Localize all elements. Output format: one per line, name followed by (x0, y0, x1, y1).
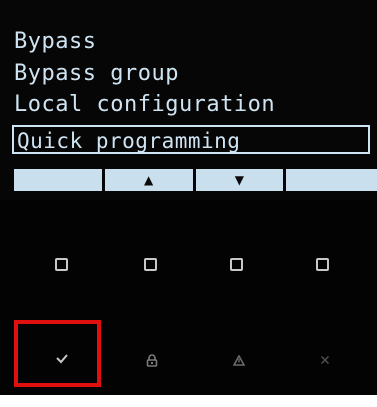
menu-item-bypass[interactable]: Bypass (14, 27, 96, 57)
softkey-blank-right[interactable] (286, 169, 377, 191)
square-key-1[interactable] (55, 258, 68, 271)
close-icon (320, 355, 330, 365)
menu-item-local-configuration[interactable]: Local configuration (14, 90, 275, 120)
square-key-2[interactable] (144, 258, 157, 271)
lock-icon (146, 353, 158, 367)
keypad-device: Bypass Bypass group Local configuration … (0, 0, 377, 395)
check-icon (56, 354, 68, 364)
check-key[interactable] (42, 338, 82, 378)
close-key[interactable] (305, 340, 345, 380)
softkey-up[interactable]: ▲ (104, 169, 193, 191)
softkey-down[interactable]: ▼ (195, 169, 284, 191)
square-key-4[interactable] (316, 258, 329, 271)
menu-item-quick-programming[interactable]: Quick programming (12, 125, 370, 154)
lock-key[interactable] (132, 340, 172, 380)
warning-key[interactable] (219, 340, 259, 380)
menu-item-bypass-group[interactable]: Bypass group (14, 59, 179, 89)
lcd-display: Bypass Bypass group Local configuration … (0, 0, 377, 200)
square-key-3[interactable] (230, 258, 243, 271)
softkey-bar: ▲ ▼ (14, 169, 377, 191)
softkey-blank-left[interactable] (14, 169, 102, 191)
arrow-down-icon: ▼ (234, 173, 244, 187)
arrow-up-icon: ▲ (144, 173, 154, 187)
warning-icon (233, 354, 245, 366)
